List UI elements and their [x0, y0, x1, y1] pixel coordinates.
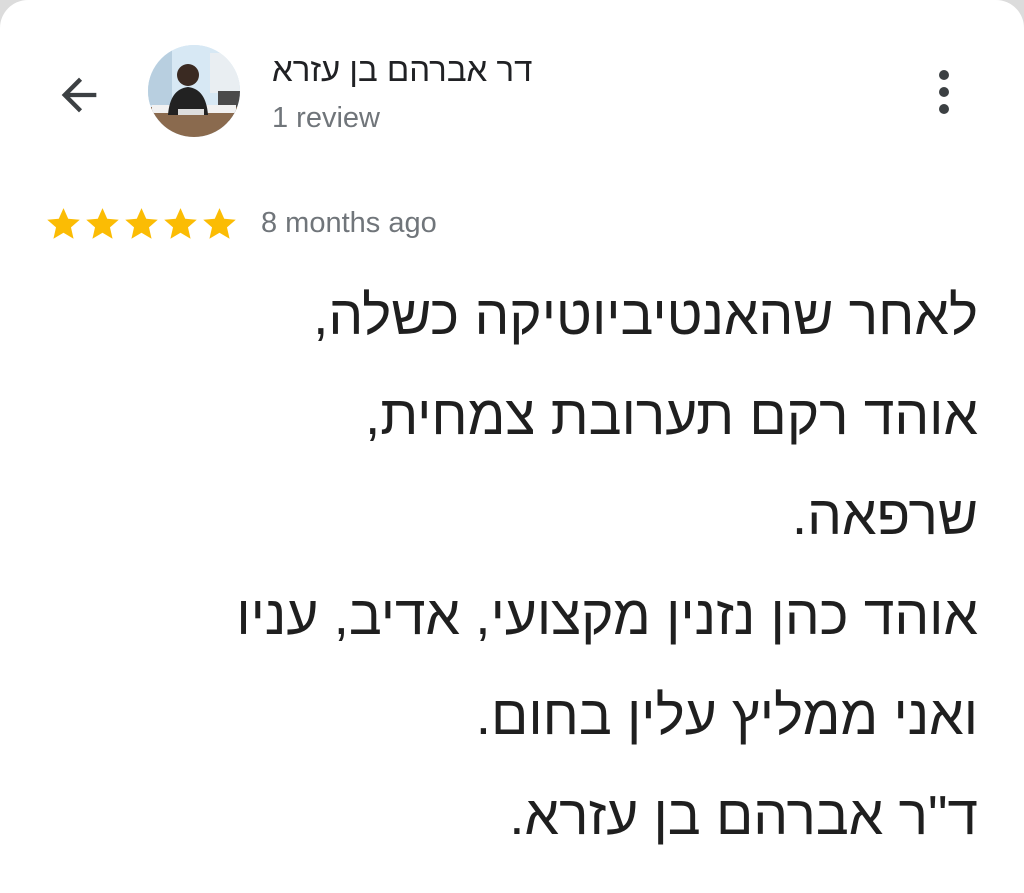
star-icon	[47, 207, 80, 239]
review-count: 1 review	[272, 102, 380, 134]
review-card: דר אברהם בן עזרא 1 review 8 months ago ל…	[0, 0, 1024, 893]
rating-row: 8 months ago	[44, 200, 437, 246]
star-icon	[125, 207, 158, 239]
review-text: לאחר שהאנטיביוטיקה כשלה, אוהד רקם תערובת…	[38, 265, 978, 865]
review-line: שרפאה.	[791, 484, 978, 546]
reviewer-photo	[148, 45, 240, 137]
reviewer-name[interactable]: דר אברהם בן עזרא	[272, 46, 592, 94]
arrow-left-icon	[61, 77, 97, 113]
star-rating	[44, 204, 239, 243]
review-date: 8 months ago	[261, 207, 437, 239]
star-icon	[164, 207, 197, 239]
review-line: ואני ממליץ עלין בחום.	[475, 684, 978, 746]
star-icon	[203, 207, 236, 239]
review-line: אוהד רקם תערובת צמחית,	[364, 384, 978, 446]
review-line: לאחר שהאנטיביוטיקה כשלה,	[313, 284, 978, 346]
star-icon	[86, 207, 119, 239]
review-line: אוהד כהן נזנין מקצועי, אדיב, עניו	[236, 584, 978, 646]
avatar[interactable]	[148, 45, 240, 137]
more-vert-icon	[939, 70, 949, 114]
more-options-button[interactable]	[918, 62, 970, 122]
review-line: ד"ר אברהם בן עזרא.	[509, 784, 978, 846]
back-button[interactable]	[50, 66, 108, 124]
reviewer-info: דר אברהם בן עזרא 1 review	[272, 46, 772, 138]
